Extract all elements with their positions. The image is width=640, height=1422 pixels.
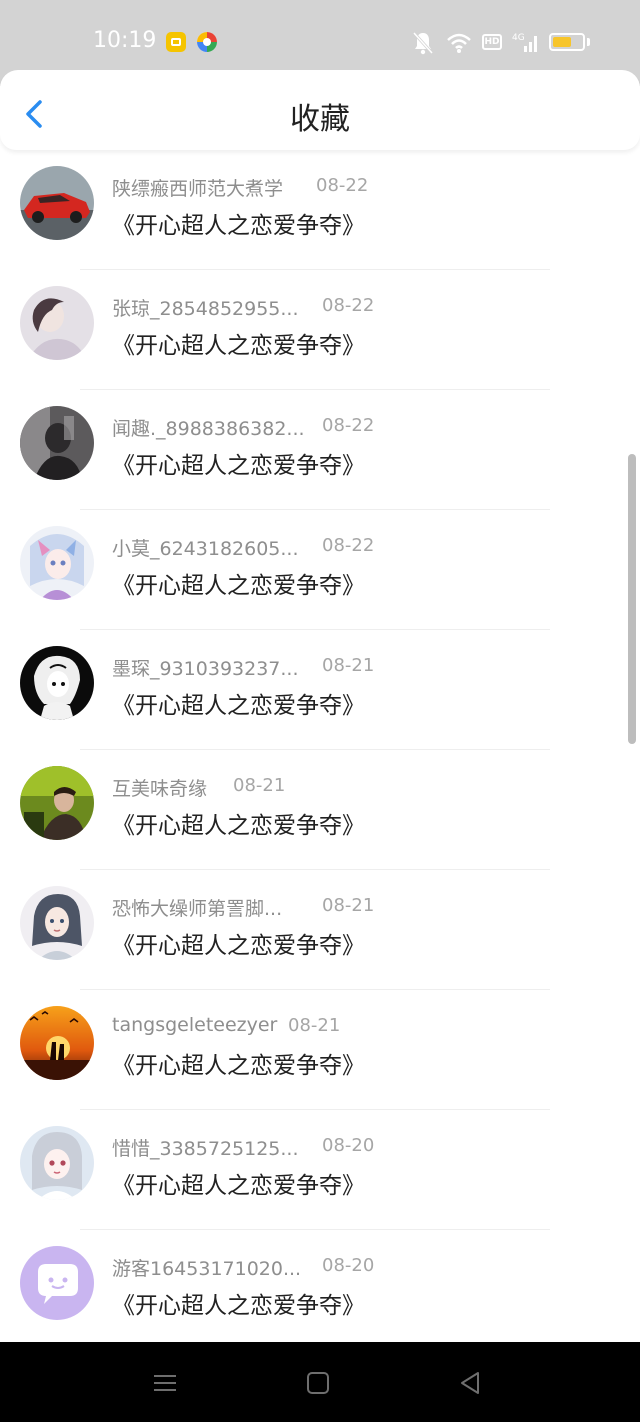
battery-fill [553,37,571,47]
wifi-icon [447,33,471,53]
timestamp: 08-21 [322,655,375,676]
battery-icon [549,33,585,51]
story-title: 《开心超人之恋爱争夺》 [112,933,365,959]
story-title: 《开心超人之恋爱争夺》 [112,1293,365,1319]
page-title: 收藏 [290,102,350,137]
timestamp: 08-21 [288,1015,341,1036]
list-item[interactable]: 恐怖大缲师第詈脚... 08-21 《开心超人之恋爱争夺》 [0,870,640,990]
timestamp: 08-21 [322,895,375,916]
story-title: 《开心超人之恋爱争夺》 [112,573,365,599]
user-name: 墨琛_9310393237... [112,658,299,680]
user-name: 闻趣._8988386382... [112,418,305,440]
back-triangle-icon[interactable] [456,1368,486,1398]
list-item[interactable]: 墨琛_9310393237... 08-21 《开心超人之恋爱争夺》 [0,630,640,750]
list-item[interactable]: 张琼_2854852955... 08-22 《开心超人之恋爱争夺》 [0,270,640,390]
timestamp: 08-22 [322,535,375,556]
navigation-bar [0,1342,640,1422]
avatar[interactable] [20,1246,94,1320]
avatar[interactable] [20,766,94,840]
list-item[interactable]: 互美味奇缘 08-21 《开心超人之恋爱争夺》 [0,750,640,870]
story-title: 《开心超人之恋爱争夺》 [112,1053,365,1079]
avatar[interactable] [20,886,94,960]
list-item[interactable]: 小莫_6243182605... 08-22 《开心超人之恋爱争夺》 [0,510,640,630]
list-item[interactable]: 惜惜_3385725125... 08-20 《开心超人之恋爱争夺》 [0,1110,640,1230]
hd-icon: HD [482,34,502,50]
list-item[interactable]: tangsgeleteezyer 08-21 《开心超人之恋爱争夺》 [0,990,640,1110]
user-name: 小莫_6243182605... [112,538,299,560]
user-name: 惜惜_3385725125... [112,1138,299,1160]
menu-icon[interactable] [150,1368,180,1398]
list-item[interactable]: 游客16453171020... 08-20 《开心超人之恋爱争夺》 [0,1230,640,1350]
avatar[interactable] [20,286,94,360]
user-name: 陕缥瘢西师范大煮学 [112,178,284,200]
user-name: 张琼_2854852955... [112,298,299,320]
timestamp: 08-20 [322,1255,375,1276]
signal-label: 4G [512,33,525,43]
browser-app-icon [197,32,217,52]
battery-tip [587,38,590,46]
avatar[interactable] [20,166,94,240]
signal-4g-icon: 4G [512,33,537,52]
avatar[interactable] [20,1006,94,1080]
user-name: 互美味奇缘 [112,778,208,800]
timestamp: 08-22 [322,295,375,316]
story-title: 《开心超人之恋爱争夺》 [112,813,365,839]
status-time: 10:19 [93,28,157,53]
list-item[interactable]: 闻趣._8988386382... 08-22 《开心超人之恋爱争夺》 [0,390,640,510]
timestamp: 08-20 [322,1135,375,1156]
story-title: 《开心超人之恋爱争夺》 [112,693,365,719]
user-name: 恐怖大缲师第詈脚... [112,898,283,920]
header: 收藏 [0,70,640,150]
story-title: 《开心超人之恋爱争夺》 [112,333,365,359]
avatar[interactable] [20,646,94,720]
avatar[interactable] [20,526,94,600]
home-icon[interactable] [303,1368,333,1398]
story-title: 《开心超人之恋爱争夺》 [112,213,365,239]
avatar[interactable] [20,1126,94,1200]
list-item[interactable]: 陕缥瘢西师范大煮学 08-22 《开心超人之恋爱争夺》 [0,150,640,270]
avatar[interactable] [20,406,94,480]
scrollbar[interactable] [628,454,636,744]
story-title: 《开心超人之恋爱争夺》 [112,453,365,479]
story-title: 《开心超人之恋爱争夺》 [112,1173,365,1199]
timestamp: 08-22 [322,415,375,436]
favorites-list: 陕缥瘢西师范大煮学 08-22 《开心超人之恋爱争夺》 张琼_2854852955..… [0,150,640,1350]
timestamp: 08-22 [316,175,369,196]
notes-app-icon [166,32,186,52]
timestamp: 08-21 [233,775,286,796]
user-name: tangsgeleteezyer [112,1014,278,1036]
user-name: 游客16453171020... [112,1258,302,1280]
mute-icon [412,31,434,55]
